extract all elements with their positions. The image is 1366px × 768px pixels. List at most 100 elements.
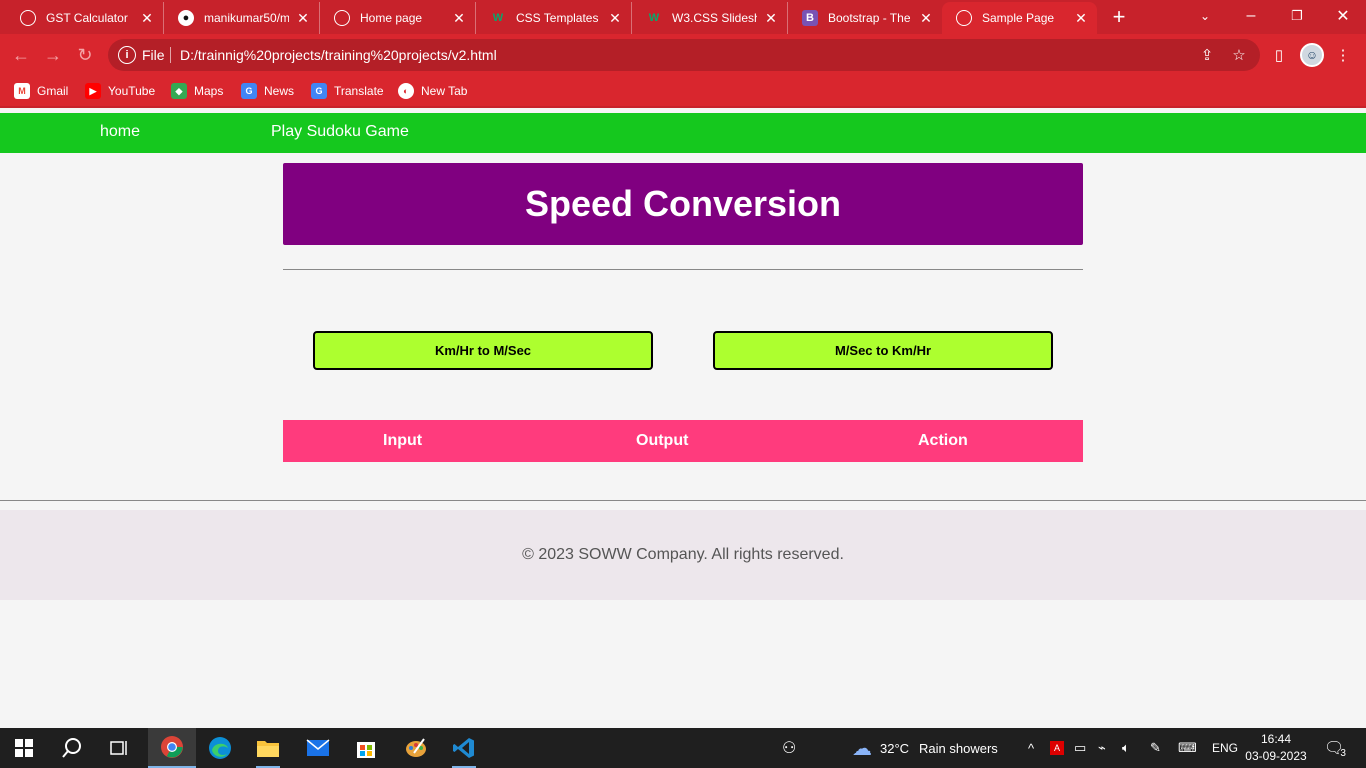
amd-icon[interactable]: A bbox=[1050, 728, 1064, 768]
news-icon: G bbox=[241, 83, 257, 99]
bookmarks-bar: M Gmail ▶ YouTube ◆ Maps G News G Transl… bbox=[0, 76, 1366, 106]
translate-icon: G bbox=[311, 83, 327, 99]
keyboard-icon[interactable]: ⌨ bbox=[1178, 728, 1197, 768]
close-icon[interactable]: ✕ bbox=[1073, 10, 1089, 26]
chrome-icon[interactable] bbox=[148, 728, 196, 768]
address-scheme-label: File bbox=[142, 47, 165, 63]
address-bar[interactable]: i File D:/trainnig%20projects/training%2… bbox=[108, 39, 1260, 71]
close-icon[interactable]: ✕ bbox=[607, 10, 623, 26]
globe-icon bbox=[20, 10, 36, 26]
side-panel-icon[interactable]: ▯ bbox=[1268, 44, 1290, 66]
info-icon[interactable]: i bbox=[118, 46, 136, 64]
search-icon[interactable] bbox=[48, 728, 96, 768]
show-hidden-icons-icon[interactable]: ^ bbox=[1028, 728, 1034, 768]
tab-title: Home page bbox=[360, 11, 423, 25]
store-icon[interactable] bbox=[342, 728, 390, 768]
bookmark-label: News bbox=[264, 84, 295, 98]
back-arrow-icon[interactable]: ← bbox=[8, 42, 34, 68]
weather-temp: 32°C bbox=[880, 740, 910, 756]
tab-title: Sample Page bbox=[982, 11, 1055, 25]
footer-divider bbox=[0, 500, 1366, 501]
bookmark-label: Translate bbox=[334, 84, 384, 98]
maps-icon: ◆ bbox=[171, 83, 187, 99]
weather-condition: Rain showers bbox=[919, 740, 998, 756]
window-close-icon[interactable]: ✕ bbox=[1320, 0, 1366, 32]
reload-icon[interactable]: ↻ bbox=[72, 42, 98, 68]
battery-icon[interactable]: ▭ bbox=[1074, 728, 1086, 768]
msec-to-kmhr-button[interactable]: M/Sec to Km/Hr bbox=[713, 331, 1053, 370]
tab-title: W3.CSS Slidesho bbox=[672, 11, 757, 25]
menu-dots-icon[interactable]: ⋮ bbox=[1332, 44, 1354, 66]
weather-widget[interactable]: ☁ 32°C Rain showers bbox=[852, 728, 998, 768]
tab-bootstrap[interactable]: B Bootstrap - The n ✕ bbox=[788, 2, 942, 34]
bookmark-star-icon[interactable]: ☆ bbox=[1228, 44, 1250, 66]
column-header-input: Input bbox=[383, 432, 423, 449]
close-icon[interactable]: ✕ bbox=[451, 10, 467, 26]
new-tab-button[interactable]: + bbox=[1106, 4, 1132, 30]
profile-avatar-icon[interactable]: ☺ bbox=[1300, 43, 1324, 67]
column-header-output: Output bbox=[636, 432, 689, 449]
bookmark-label: Maps bbox=[194, 84, 224, 98]
bookmark-gmail[interactable]: M Gmail bbox=[14, 82, 68, 100]
bookmark-news[interactable]: G News bbox=[241, 82, 294, 100]
nav-sudoku-link[interactable]: Play Sudoku Game bbox=[271, 123, 409, 141]
web-page: home Play Sudoku Game Speed Conversion K… bbox=[0, 108, 1366, 728]
windows-taskbar: ⚇ ☁ 32°C Rain showers ^ A ▭ ⌁ 🔈︎ ✎ ⌨ ENG… bbox=[0, 728, 1366, 768]
tab-search-chevron-icon[interactable]: ⌄ bbox=[1182, 0, 1228, 32]
bookmark-new-tab[interactable]: ◐ New Tab bbox=[398, 82, 467, 100]
mail-icon[interactable] bbox=[294, 728, 342, 768]
tab-w3css-slideshow[interactable]: W W3.CSS Slidesho ✕ bbox=[632, 2, 788, 34]
tab-gst-calculator[interactable]: GST Calculator ✕ bbox=[6, 2, 164, 34]
address-divider bbox=[170, 47, 171, 63]
volume-icon[interactable]: 🔈︎ bbox=[1122, 728, 1130, 768]
w3schools-icon: W bbox=[648, 12, 660, 24]
bookmark-translate[interactable]: G Translate bbox=[311, 82, 384, 100]
youtube-icon: ▶ bbox=[85, 83, 101, 99]
close-icon[interactable]: ✕ bbox=[918, 10, 934, 26]
edge-icon[interactable] bbox=[196, 728, 244, 768]
browser-toolbar: ← → ↻ i File D:/trainnig%20projects/trai… bbox=[0, 34, 1366, 76]
bookmark-label: Gmail bbox=[37, 84, 69, 98]
globe-icon bbox=[334, 10, 350, 26]
tab-sample-page[interactable]: Sample Page ✕ bbox=[942, 2, 1097, 34]
tab-title: GST Calculator bbox=[46, 11, 128, 25]
page-title: Speed Conversion bbox=[524, 183, 842, 224]
tab-title: Bootstrap - The n bbox=[828, 11, 912, 25]
address-url[interactable]: D:/trainnig%20projects/training%20projec… bbox=[180, 47, 497, 63]
tab-strip: GST Calculator ✕ ● manikumar50/m ✕ Home … bbox=[0, 0, 1366, 34]
forward-arrow-icon[interactable]: → bbox=[40, 42, 66, 68]
language-indicator[interactable]: ENG bbox=[1212, 728, 1238, 768]
tab-home-page[interactable]: Home page ✕ bbox=[320, 2, 476, 34]
vscode-icon[interactable] bbox=[440, 728, 488, 768]
title-banner: Speed Conversion bbox=[283, 163, 1083, 245]
site-footer: © 2023 SOWW Company. All rights reserved… bbox=[0, 510, 1366, 600]
pen-icon[interactable]: ✎ bbox=[1150, 728, 1161, 768]
start-icon[interactable] bbox=[0, 728, 48, 768]
restore-icon[interactable]: ❐ bbox=[1274, 0, 1320, 32]
task-view-icon[interactable] bbox=[96, 728, 144, 768]
close-icon[interactable]: ✕ bbox=[139, 10, 155, 26]
bookmark-youtube[interactable]: ▶ YouTube bbox=[85, 82, 155, 100]
network-icon[interactable]: ⌁ bbox=[1098, 728, 1106, 768]
results-table-header: Input Output Action bbox=[283, 420, 1083, 462]
tab-github[interactable]: ● manikumar50/m ✕ bbox=[164, 2, 320, 34]
copyright-text: © 2023 SOWW Company. All rights reserved… bbox=[522, 546, 844, 563]
minimize-icon[interactable]: – bbox=[1228, 0, 1274, 32]
kmhr-to-msec-button[interactable]: Km/Hr to M/Sec bbox=[313, 331, 653, 370]
file-explorer-icon[interactable] bbox=[244, 728, 292, 768]
people-icon[interactable]: ⚇ bbox=[782, 728, 796, 768]
tab-css-templates[interactable]: W CSS Templates ✕ bbox=[476, 2, 632, 34]
paint-icon[interactable] bbox=[392, 728, 440, 768]
clock[interactable]: 16:44 03-09-2023 bbox=[1240, 731, 1312, 765]
gmail-icon: M bbox=[14, 83, 30, 99]
bookmark-maps[interactable]: ◆ Maps bbox=[171, 82, 223, 100]
tab-title: manikumar50/m bbox=[204, 11, 289, 25]
share-icon[interactable]: ⇪ bbox=[1196, 44, 1218, 66]
nav-home-link[interactable]: home bbox=[100, 123, 140, 141]
close-icon[interactable]: ✕ bbox=[295, 10, 311, 26]
clock-time: 16:44 bbox=[1260, 732, 1292, 746]
close-icon[interactable]: ✕ bbox=[763, 10, 779, 26]
notifications-icon[interactable]: 🗨︎ 3 bbox=[1324, 728, 1346, 768]
rain-cloud-icon: ☁ bbox=[852, 737, 872, 760]
clock-date: 03-09-2023 bbox=[1245, 749, 1307, 763]
